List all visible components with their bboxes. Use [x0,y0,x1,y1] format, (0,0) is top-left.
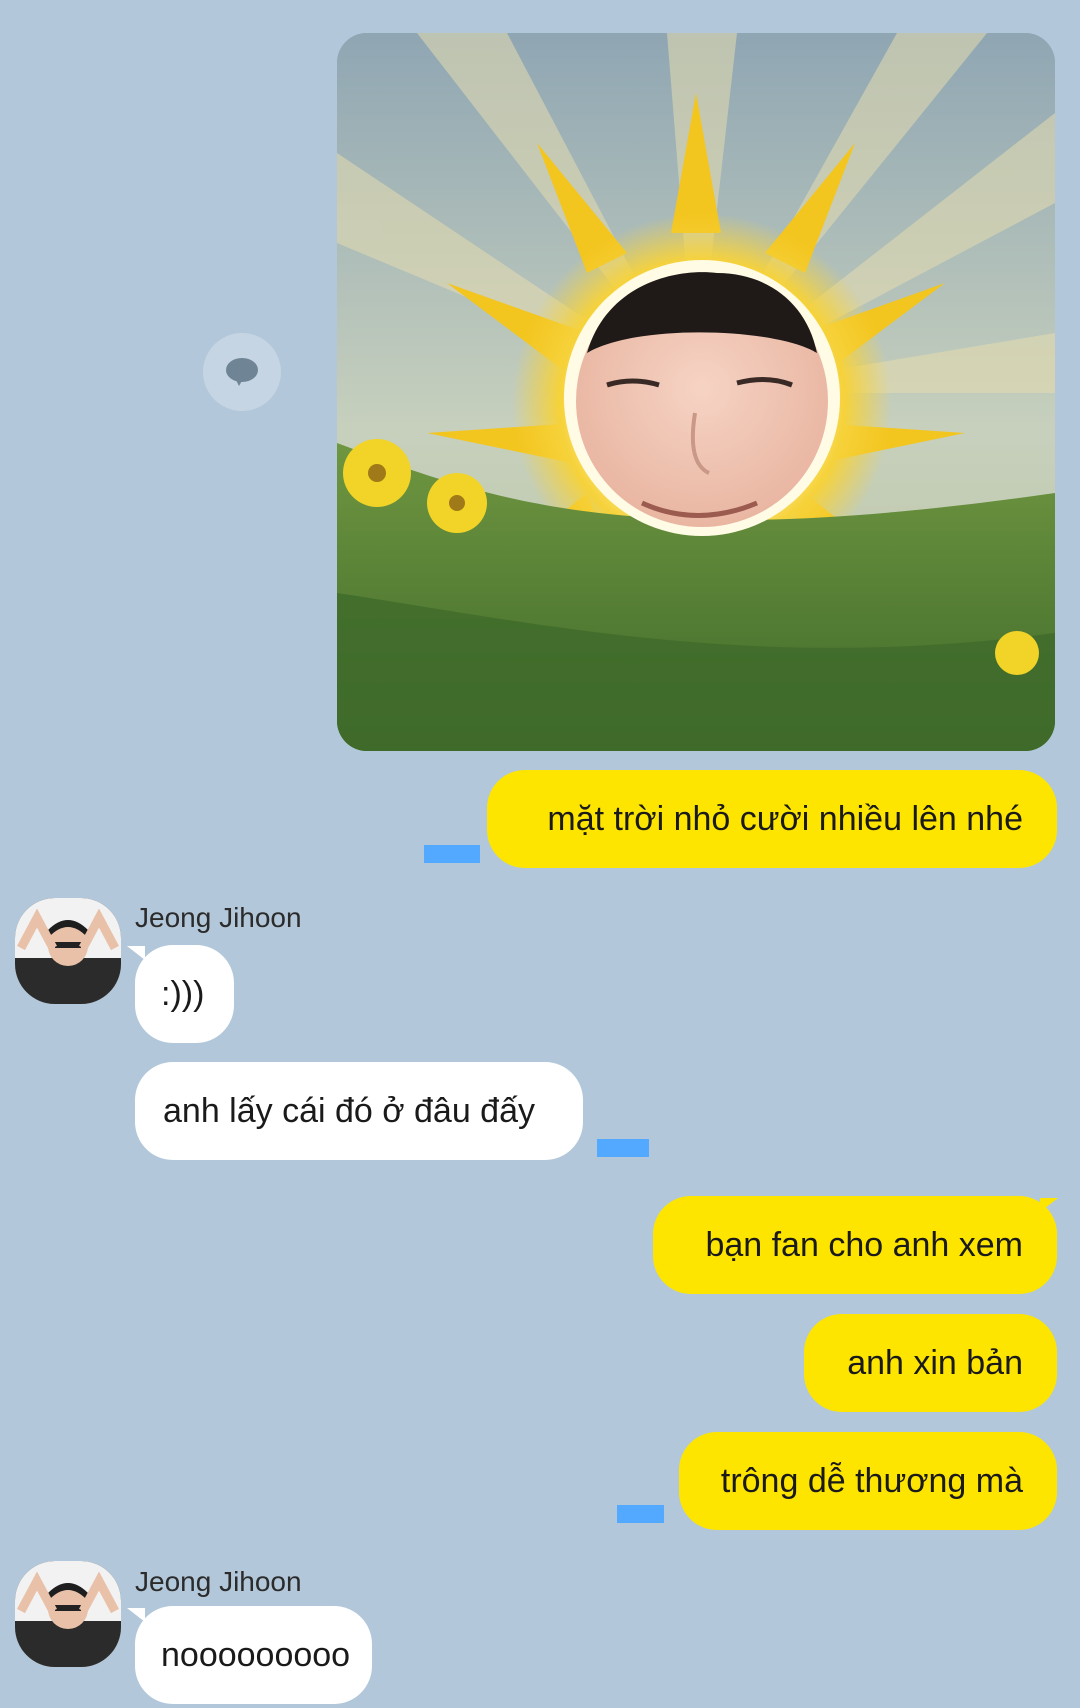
bubble-tail [127,946,145,960]
message-bubble-theirs[interactable]: :))) [135,945,234,1043]
sender-name: Jeong Jihoon [135,902,302,933]
message-bubble-mine[interactable]: bạn fan cho anh xem [653,1196,1057,1294]
message-text: anh lấy cái đó ở đâu đấy [163,1092,535,1130]
avatar[interactable] [15,1561,121,1667]
message-bubble-theirs[interactable]: nooooooooo [135,1606,372,1704]
shared-image[interactable] [337,33,1055,751]
sun-face-image [337,33,1055,751]
timestamp-redacted [597,1139,649,1157]
message-text: bạn fan cho anh xem [705,1226,1023,1264]
avatar-image [15,1561,121,1667]
message-text: mặt trời nhỏ cười nhiều lên nhé [547,800,1023,838]
share-button[interactable] [203,333,281,411]
message-text: :))) [161,975,205,1013]
message-text: trông dễ thương mà [720,1462,1023,1500]
timestamp-redacted [424,845,480,863]
message-bubble-mine[interactable]: trông dễ thương mà [679,1432,1057,1530]
message-text: nooooooooo [161,1636,351,1674]
avatar[interactable] [15,898,121,1004]
avatar-image [15,898,121,1004]
message-bubble-mine[interactable]: mặt trời nhỏ cười nhiều lên nhé [487,770,1057,868]
timestamp-redacted [617,1505,664,1523]
message-text: anh xin bản [847,1344,1023,1382]
message-bubble-mine[interactable]: anh xin bản [804,1314,1057,1412]
sender-name: Jeong Jihoon [135,1566,302,1597]
speech-bubble-icon [226,358,258,386]
message-bubble-theirs[interactable]: anh lấy cái đó ở đâu đấy [135,1062,583,1160]
